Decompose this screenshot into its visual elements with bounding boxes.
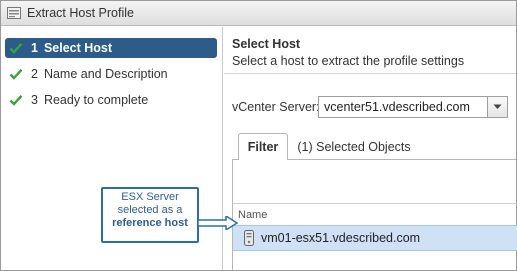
- page-header: Select Host Select a host to extract the…: [224, 27, 516, 74]
- table-row[interactable]: vm01-esx51.vdescribed.com: [233, 225, 517, 251]
- title-bar: Extract Host Profile: [1, 1, 516, 26]
- step-label: Select Host: [43, 41, 113, 55]
- annotation-callout: ESX Server selected as a reference host: [101, 187, 199, 243]
- step-name-and-description[interactable]: 2 Name and Description: [5, 64, 217, 84]
- callout-line: ESX Server: [121, 191, 179, 203]
- callout-line: selected as a: [117, 204, 183, 216]
- host-profile-icon: [6, 5, 22, 21]
- vcenter-server-value: vcenter51.vdescribed.com: [324, 100, 470, 114]
- vcenter-server-dropdown[interactable]: vcenter51.vdescribed.com: [318, 96, 508, 118]
- vcenter-server-label: vCenter Server:: [232, 100, 320, 114]
- step-ready-to-complete[interactable]: 3 Ready to complete: [5, 90, 217, 110]
- callout-arrow-icon: [198, 216, 238, 230]
- host-grid: Name vm01-esx51.vdescribed.com: [232, 160, 517, 270]
- check-icon: [7, 42, 25, 54]
- check-icon: [7, 68, 25, 80]
- tab-selected-objects[interactable]: (1) Selected Objects: [294, 133, 414, 160]
- chevron-down-icon: [493, 104, 502, 109]
- host-name: vm01-esx51.vdescribed.com: [261, 231, 421, 245]
- page-subtitle: Select a host to extract the profile set…: [232, 54, 465, 68]
- step-label: Ready to complete: [43, 93, 149, 107]
- dropdown-arrow-button[interactable]: [487, 97, 507, 117]
- step-select-host[interactable]: 1 Select Host: [5, 38, 217, 58]
- esx-host-icon: [242, 229, 256, 247]
- step-number: 2: [31, 67, 38, 81]
- step-label: Name and Description: [43, 67, 168, 81]
- tab-filter[interactable]: Filter: [238, 133, 288, 160]
- check-icon: [7, 94, 25, 106]
- step-number: 1: [31, 41, 38, 55]
- extract-host-profile-dialog: Extract Host Profile 1 Select Host 2 Nam…: [0, 0, 517, 271]
- window-title: Extract Host Profile: [27, 6, 134, 20]
- column-header-name[interactable]: Name: [233, 203, 517, 225]
- step-number: 3: [31, 93, 38, 107]
- page-title: Select Host: [232, 37, 301, 51]
- callout-line: reference host: [112, 217, 188, 229]
- step-content-panel: Select Host Select a host to extract the…: [224, 27, 517, 270]
